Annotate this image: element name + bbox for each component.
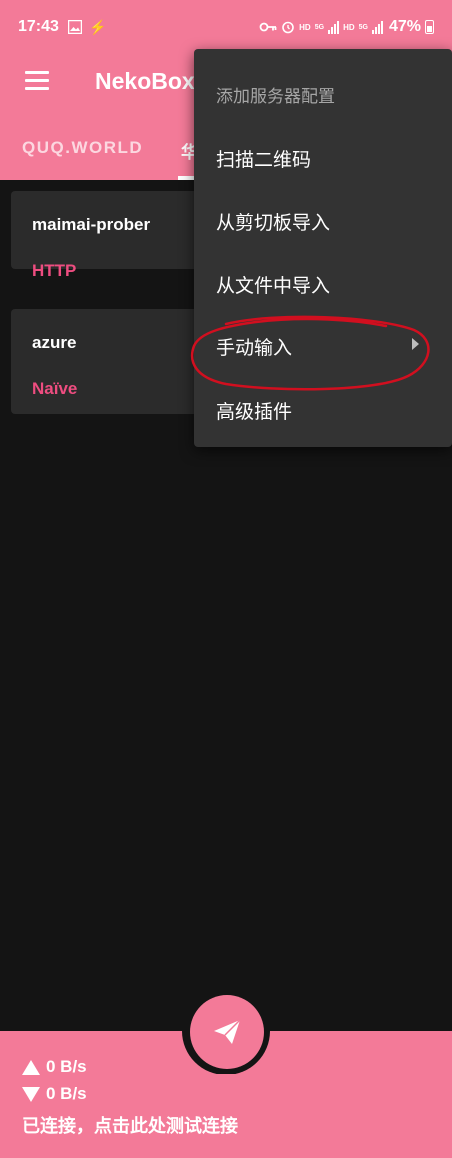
network-label-1: 5G <box>314 23 325 31</box>
server-type: HTTP <box>32 261 77 280</box>
server-name: maimai-prober <box>32 215 151 234</box>
upload-speed-value: 0 B/s <box>46 1057 87 1076</box>
connection-status-text[interactable]: 已连接，点击此处测试连接 <box>22 1112 238 1138</box>
menu-item-scan-qr[interactable]: 扫描二维码 <box>216 145 311 172</box>
status-time: 17:43 <box>18 18 59 35</box>
menu-item-manual-input[interactable]: 手动输入 <box>216 333 292 360</box>
alarm-icon <box>282 21 294 34</box>
download-arrow-icon <box>22 1086 40 1102</box>
network-label-2: 5G <box>358 23 368 31</box>
hd-label-2: HD <box>343 22 355 32</box>
hd-label-1: HD <box>299 22 311 32</box>
popup-header: 添加服务器配置 <box>216 87 335 106</box>
app-title: NekoBox <box>95 68 195 94</box>
upload-speed: 0 B/s <box>22 1057 87 1077</box>
download-speed: 0 B/s <box>22 1084 87 1104</box>
server-name: azure <box>32 333 77 352</box>
vpn-key-icon <box>259 22 277 32</box>
image-icon <box>68 20 82 34</box>
submenu-arrow-icon <box>412 338 419 350</box>
signal-icon-1 <box>328 20 340 34</box>
charging-bolt-icon: ⚡ <box>89 19 107 35</box>
signal-icon-2 <box>371 20 383 34</box>
menu-item-advanced-plugins[interactable]: 高级插件 <box>216 397 292 424</box>
status-bar: 17:43 ⚡ HD 5G HD 5G 47% <box>0 0 452 56</box>
add-server-popup-menu: 添加服务器配置 扫描二维码 从剪切板导入 从文件中导入 手动输入 高级插件 <box>194 49 452 447</box>
battery-percent: 47% <box>388 18 421 35</box>
hamburger-menu-icon[interactable] <box>25 71 49 91</box>
battery-icon <box>425 20 434 34</box>
tab-quq-world[interactable]: QUQ.WORLD <box>22 138 143 158</box>
menu-item-import-clipboard[interactable]: 从剪切板导入 <box>216 208 330 235</box>
download-speed-value: 0 B/s <box>46 1084 87 1103</box>
connect-fab-button[interactable] <box>190 995 264 1069</box>
paper-plane-icon <box>214 1019 241 1044</box>
upload-arrow-icon <box>22 1059 40 1075</box>
status-indicators: HD 5G HD 5G 47% <box>259 18 434 36</box>
server-type: Naïve <box>32 379 78 398</box>
menu-item-import-file[interactable]: 从文件中导入 <box>216 271 330 298</box>
